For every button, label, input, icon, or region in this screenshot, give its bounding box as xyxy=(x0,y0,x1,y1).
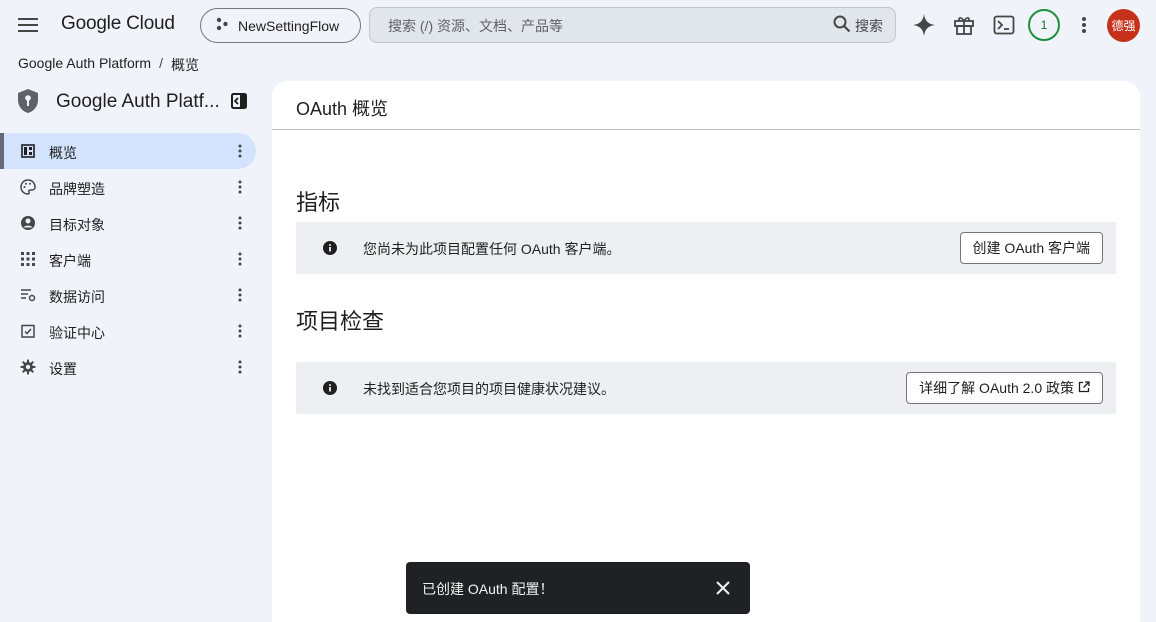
sidebar-item-verification-center[interactable]: 验证中心 xyxy=(0,313,256,349)
metrics-banner: 您尚未为此项目配置任何 OAuth 客户端。 创建 OAuth 客户端 xyxy=(296,222,1116,274)
sidebar-item-label: 设置 xyxy=(49,361,77,377)
breadcrumb: Google Auth Platform / 概览 xyxy=(18,55,199,75)
open-in-new-icon xyxy=(1078,380,1090,396)
cloud-shell-icon[interactable] xyxy=(992,13,1016,37)
project-selector[interactable]: NewSettingFlow xyxy=(200,8,361,43)
breadcrumb-current: 概览 xyxy=(170,57,199,73)
info-icon xyxy=(323,241,337,260)
sidebar-item-overview[interactable]: 概览 xyxy=(0,133,256,169)
more-vert-icon[interactable] xyxy=(232,287,248,303)
sidebar-item-label: 目标对象 xyxy=(49,217,105,233)
dashboard-icon xyxy=(20,143,36,159)
more-vert-icon[interactable] xyxy=(232,251,248,267)
divider xyxy=(272,129,1140,130)
search-button[interactable]: 搜索 xyxy=(833,15,883,36)
more-vert-icon[interactable] xyxy=(232,179,248,195)
metrics-heading: 指标 xyxy=(296,190,341,215)
google-cloud-logo[interactable]: Google Cloud xyxy=(61,13,175,35)
more-vert-icon[interactable] xyxy=(1072,13,1096,37)
sidebar-item-branding[interactable]: 品牌塑造 xyxy=(0,169,256,205)
info-icon xyxy=(323,381,337,400)
account-circle-icon xyxy=(20,215,36,231)
more-vert-icon[interactable] xyxy=(232,359,248,375)
gear-icon xyxy=(20,359,36,375)
sidebar-item-label: 品牌塑造 xyxy=(49,181,105,197)
create-oauth-client-label: 创建 OAuth 客户端 xyxy=(972,240,1090,256)
more-vert-icon[interactable] xyxy=(232,323,248,339)
create-oauth-client-button[interactable]: 创建 OAuth 客户端 xyxy=(959,232,1103,264)
breadcrumb-root[interactable]: Google Auth Platform xyxy=(18,55,151,75)
top-bar: Google Cloud NewSettingFlow 搜索 1 德强 xyxy=(0,0,1156,50)
sidebar-title: Google Auth Platf... xyxy=(56,91,220,112)
sidebar-nav: 概览 品牌塑造 目标对象 客户端 数据访问 验证中心 设置 xyxy=(0,133,272,385)
shield-key-icon xyxy=(17,88,39,119)
page-title: OAuth 概览 xyxy=(296,99,389,119)
search-bar: 搜索 xyxy=(369,7,896,43)
snackbar-message: 已创建 OAuth 配置！ xyxy=(422,581,554,597)
collapse-sidebar-icon[interactable] xyxy=(231,93,247,114)
metrics-message: 您尚未为此项目配置任何 OAuth 客户端。 xyxy=(363,241,621,257)
learn-oauth-policy-button[interactable]: 详细了解 OAuth 2.0 政策 xyxy=(906,372,1103,404)
project-checkup-heading: 项目检查 xyxy=(296,309,385,334)
sidebar-item-clients[interactable]: 客户端 xyxy=(0,241,256,277)
sidebar-item-label: 数据访问 xyxy=(49,289,105,305)
notification-badge[interactable]: 1 xyxy=(1028,9,1060,41)
more-vert-icon[interactable] xyxy=(232,143,248,159)
project-name: NewSettingFlow xyxy=(238,17,340,34)
hamburger-menu-icon[interactable] xyxy=(14,11,42,39)
sidebar-item-label: 概览 xyxy=(49,145,77,161)
sidebar-header: Google Auth Platf... xyxy=(0,84,272,120)
checkup-message: 未找到适合您项目的项目健康状况建议。 xyxy=(363,381,615,397)
sidebar-item-audience[interactable]: 目标对象 xyxy=(0,205,256,241)
close-icon[interactable] xyxy=(714,579,732,597)
data-settings-icon xyxy=(20,287,36,303)
search-input[interactable] xyxy=(388,16,808,36)
palette-icon xyxy=(20,179,36,195)
snackbar: 已创建 OAuth 配置！ xyxy=(406,562,750,614)
more-vert-icon[interactable] xyxy=(232,215,248,231)
sidebar-item-label: 验证中心 xyxy=(49,325,105,341)
verification-icon xyxy=(20,323,36,339)
main-panel: OAuth 概览 指标 您尚未为此项目配置任何 OAuth 客户端。 创建 OA… xyxy=(272,81,1140,622)
breadcrumb-separator: / xyxy=(159,55,163,71)
sidebar-item-data-access[interactable]: 数据访问 xyxy=(0,277,256,313)
learn-oauth-policy-label: 详细了解 OAuth 2.0 政策 xyxy=(919,380,1074,396)
gift-icon[interactable] xyxy=(952,13,976,37)
sidebar-item-label: 客户端 xyxy=(49,253,91,269)
sidebar-item-settings[interactable]: 设置 xyxy=(0,349,256,385)
search-icon xyxy=(833,15,851,36)
project-icon xyxy=(215,17,229,34)
checkup-banner: 未找到适合您项目的项目健康状况建议。 详细了解 OAuth 2.0 政策 xyxy=(296,362,1116,414)
gemini-sparkle-icon[interactable] xyxy=(912,13,936,37)
apps-grid-icon xyxy=(20,251,36,267)
avatar[interactable]: 德强 xyxy=(1107,9,1140,42)
search-button-label: 搜索 xyxy=(855,17,883,34)
